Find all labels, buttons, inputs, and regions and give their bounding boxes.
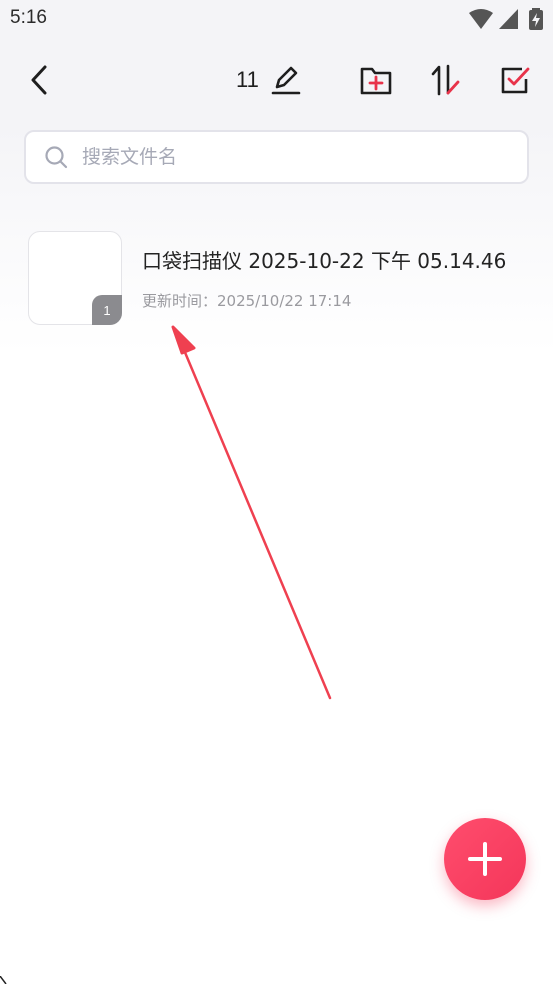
file-updated-time: 更新时间：2025/10/22 17:14 [142,292,352,310]
checkbox-icon [501,67,530,94]
pencil-icon [271,66,301,95]
file-title: 口袋扫描仪 2025-10-22 下午 05.14.46 [142,249,507,273]
battery-charging-icon [529,8,543,30]
search-icon [45,146,68,169]
sort-button[interactable] [428,62,464,98]
rename-count: 11 [236,67,259,92]
wifi-icon [469,9,493,29]
page-count-badge: 1 [92,295,122,325]
add-button[interactable] [444,818,526,900]
file-list-item[interactable]: 1 口袋扫描仪 2025-10-22 下午 05.14.46 更新时间：2025… [24,228,529,328]
corner-mark [0,976,7,984]
new-folder-button[interactable] [358,62,394,98]
rename-button[interactable]: 11 [236,60,301,100]
status-time: 5:16 [10,7,47,28]
status-bar: 5:16 [0,0,553,38]
search-input[interactable] [82,146,482,168]
top-toolbar: 11 [0,38,553,124]
sort-arrows-icon [431,64,460,96]
search-box[interactable] [24,130,529,184]
file-thumbnail[interactable]: 1 [28,231,122,325]
chevron-left-icon [31,65,47,95]
folder-plus-icon [360,67,392,95]
signal-icon [499,9,518,29]
select-button[interactable] [497,62,533,98]
back-button[interactable] [24,62,54,98]
plus-icon [468,842,502,876]
